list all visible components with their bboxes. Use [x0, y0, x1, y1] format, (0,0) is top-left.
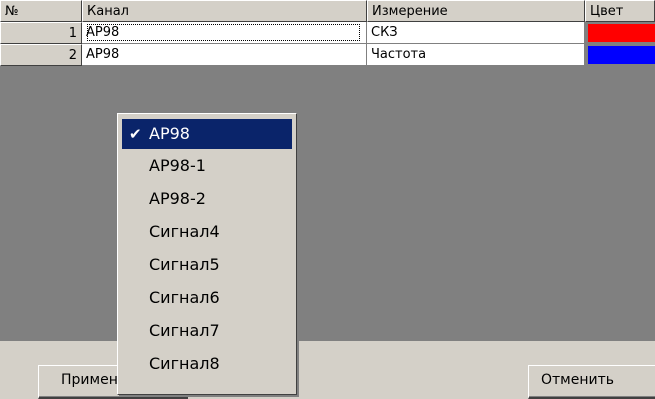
channel-grid: № Канал Измерение Цвет 1 AP98 СКЗ 2 AP98… [0, 0, 655, 341]
dropdown-item[interactable]: Сигнал5 [122, 248, 292, 281]
cancel-button[interactable]: Отменить [528, 365, 655, 399]
table-row: 2 AP98 Частота [0, 44, 655, 66]
dropdown-item[interactable]: AP98-2 [122, 182, 292, 215]
header-num[interactable]: № [0, 0, 82, 22]
dropdown-item[interactable]: Сигнал8 [122, 347, 292, 380]
dropdown-item[interactable]: Сигнал6 [122, 281, 292, 314]
dropdown-item[interactable]: Сигнал4 [122, 215, 292, 248]
header-measure[interactable]: Измерение [367, 0, 585, 22]
header-row: № Канал Измерение Цвет [0, 0, 655, 22]
measure-cell[interactable]: Частота [367, 44, 585, 66]
dropdown-item[interactable]: AP98-1 [122, 149, 292, 182]
color-swatch[interactable] [588, 46, 655, 64]
channel-dropdown-list[interactable]: ✔ AP98 AP98-1 AP98-2 Сигнал4 Сигнал5 Сиг… [117, 113, 297, 395]
header-channel[interactable]: Канал [82, 0, 367, 22]
row-num: 2 [0, 44, 82, 66]
measure-cell[interactable]: СКЗ [367, 22, 585, 44]
button-panel: Примени Отменить [0, 341, 655, 399]
check-icon: ✔ [129, 125, 142, 143]
focus-rect [87, 24, 360, 41]
dropdown-item-label: AP98 [149, 124, 190, 143]
table-row: 1 AP98 СКЗ [0, 22, 655, 44]
header-color[interactable]: Цвет [585, 0, 655, 22]
dropdown-item[interactable]: Сигнал7 [122, 314, 292, 347]
row-num: 1 [0, 22, 82, 44]
channel-cell[interactable]: AP98 [82, 44, 367, 66]
dropdown-item[interactable]: ✔ AP98 [122, 119, 292, 149]
color-swatch[interactable] [588, 24, 655, 42]
